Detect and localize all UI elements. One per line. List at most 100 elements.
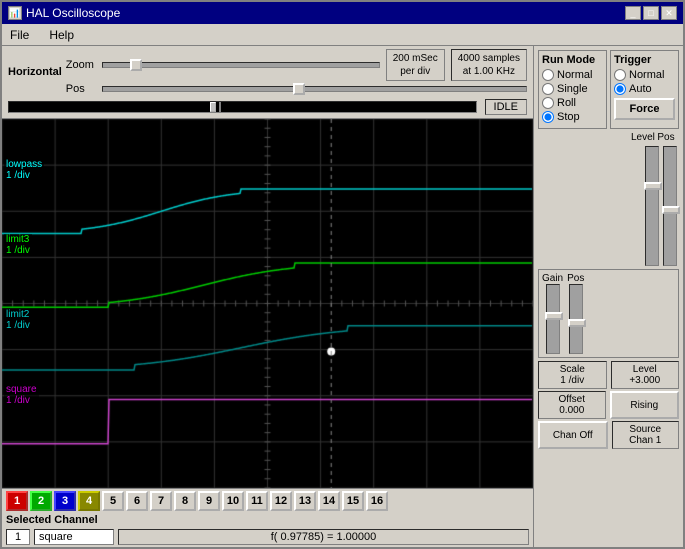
roll-radio-row: Roll <box>542 97 603 109</box>
single-label: Single <box>557 83 588 95</box>
roll-label: Roll <box>557 97 576 109</box>
scope-canvas <box>2 119 533 488</box>
normal-radio-row: Normal <box>542 69 603 81</box>
channel-1-button[interactable]: 1 <box>6 491 28 511</box>
channel-buttons-row: 1 2 3 4 5 6 7 8 9 10 11 12 13 14 15 16 <box>2 488 533 547</box>
gain-slider-track[interactable] <box>546 284 560 354</box>
offset-display: Offset0.000 <box>538 391 606 419</box>
stop-radio[interactable] <box>542 111 554 123</box>
gain-label: Gain <box>542 273 563 284</box>
single-radio[interactable] <box>542 83 554 95</box>
time-display: 200 mSecper div <box>386 49 445 81</box>
channel-5-button[interactable]: 5 <box>102 491 124 511</box>
ch1-label: lowpass1 /div <box>4 159 44 181</box>
channel-7-button[interactable]: 7 <box>150 491 172 511</box>
trig-sliders-row <box>538 146 679 266</box>
channel-14-button[interactable]: 14 <box>318 491 340 511</box>
vert-pos-slider-track[interactable] <box>569 284 583 354</box>
channel-13-button[interactable]: 13 <box>294 491 316 511</box>
level-value-display: Level+3.000 <box>611 361 680 389</box>
channel-3-button[interactable]: 3 <box>54 491 76 511</box>
vertical-sliders: Gain Pos <box>542 273 675 354</box>
channel-buttons: 1 2 3 4 5 6 7 8 9 10 11 12 13 14 15 16 <box>2 489 533 513</box>
right-panel: Run Mode Normal Single Roll <box>533 46 683 547</box>
level-slider-track[interactable] <box>645 146 659 266</box>
normal-label: Normal <box>557 69 592 81</box>
force-button[interactable]: Force <box>614 98 675 120</box>
single-radio-row: Single <box>542 83 603 95</box>
pos-slider-track[interactable] <box>663 146 677 266</box>
trig-slider-labels: Level Pos <box>538 132 679 143</box>
file-menu[interactable]: File <box>6 27 33 43</box>
formula-display: f( 0.97785) = 1.00000 <box>118 529 529 545</box>
level-label: Level <box>631 132 653 143</box>
scale-display: Scale1 /div <box>538 361 607 389</box>
channel-15-button[interactable]: 15 <box>342 491 364 511</box>
channel-9-button[interactable]: 9 <box>198 491 220 511</box>
trig-auto-radio[interactable] <box>614 83 626 95</box>
left-panel: Horizontal Zoom 200 mSecper div 4000 sam… <box>2 46 533 547</box>
level-slider-col <box>645 146 659 266</box>
channel-2-button[interactable]: 2 <box>30 491 52 511</box>
channel-6-button[interactable]: 6 <box>126 491 148 511</box>
horizontal-label: Horizontal <box>8 66 62 78</box>
scope-area: lowpass1 /div limit31 /div limit21 /div … <box>2 119 533 488</box>
pos-label: Pos <box>66 83 96 95</box>
channel-11-button[interactable]: 11 <box>246 491 268 511</box>
chan-off-button[interactable]: Chan Off <box>538 421 608 449</box>
pos-slider-col <box>663 146 677 266</box>
channel-8-button[interactable]: 8 <box>174 491 196 511</box>
main-content: Horizontal Zoom 200 mSecper div 4000 sam… <box>2 46 683 547</box>
ch4-label: square1 /div <box>4 384 39 406</box>
trig-normal-radio[interactable] <box>614 69 626 81</box>
zoom-slider-track[interactable] <box>102 62 380 68</box>
channel-name-input[interactable] <box>34 529 114 545</box>
rising-button[interactable]: Rising <box>610 391 680 419</box>
vert-pos-col: Pos <box>567 273 584 354</box>
scale-level-row: Scale1 /div Level+3.000 <box>538 361 679 389</box>
zoom-label: Zoom <box>66 59 96 71</box>
pos-slider-track[interactable] <box>102 86 527 92</box>
run-mode-box: Run Mode Normal Single Roll <box>538 50 607 129</box>
pos-label: Pos <box>655 132 677 143</box>
vert-pos-label: Pos <box>567 273 584 284</box>
top-sections: Run Mode Normal Single Roll <box>538 50 679 129</box>
minimize-button[interactable]: _ <box>625 6 641 20</box>
maximize-button[interactable]: □ <box>643 6 659 20</box>
vertical-section: Gain Pos <box>538 269 679 358</box>
channel-info-row: 1 f( 0.97785) = 1.00000 <box>2 527 533 547</box>
trig-normal-row: Normal <box>614 69 675 81</box>
stop-label: Stop <box>557 111 580 123</box>
menubar: File Help <box>2 24 683 46</box>
close-button[interactable]: ✕ <box>661 6 677 20</box>
channel-4-button[interactable]: 4 <box>78 491 100 511</box>
trig-auto-row: Auto <box>614 83 675 95</box>
channel-12-button[interactable]: 12 <box>270 491 292 511</box>
roll-radio[interactable] <box>542 97 554 109</box>
window-controls: _ □ ✕ <box>625 6 677 20</box>
chanoff-source-row: Chan Off SourceChan 1 <box>538 421 679 449</box>
source-chan-display: SourceChan 1 <box>612 421 680 449</box>
normal-radio[interactable] <box>542 69 554 81</box>
trig-auto-label: Auto <box>629 83 652 95</box>
gain-col: Gain <box>542 273 563 354</box>
window-title: HAL Oscilloscope <box>26 6 120 20</box>
window-icon: 📊 <box>8 6 22 20</box>
trigger-box: Trigger Normal Auto Force <box>610 50 679 129</box>
status-idle: IDLE <box>485 99 527 115</box>
ch2-label: limit31 /div <box>4 234 32 256</box>
bottom-controls: Scale1 /div Level+3.000 Offset0.000 Risi… <box>538 361 679 449</box>
selected-channel-label: Selected Channel <box>2 513 533 527</box>
main-window: 📊 HAL Oscilloscope _ □ ✕ File Help Horiz… <box>0 0 685 549</box>
offset-rising-row: Offset0.000 Rising <box>538 391 679 419</box>
ch3-label: limit21 /div <box>4 309 32 331</box>
run-mode-title: Run Mode <box>542 54 603 66</box>
horizontal-section: Horizontal Zoom 200 mSecper div 4000 sam… <box>2 46 533 119</box>
channel-16-button[interactable]: 16 <box>366 491 388 511</box>
channel-num-box: 1 <box>6 529 30 545</box>
help-menu[interactable]: Help <box>45 27 78 43</box>
trig-normal-label: Normal <box>629 69 664 81</box>
samples-display: 4000 samplesat 1.00 KHz <box>451 49 527 81</box>
channel-10-button[interactable]: 10 <box>222 491 244 511</box>
titlebar: 📊 HAL Oscilloscope _ □ ✕ <box>2 2 683 24</box>
